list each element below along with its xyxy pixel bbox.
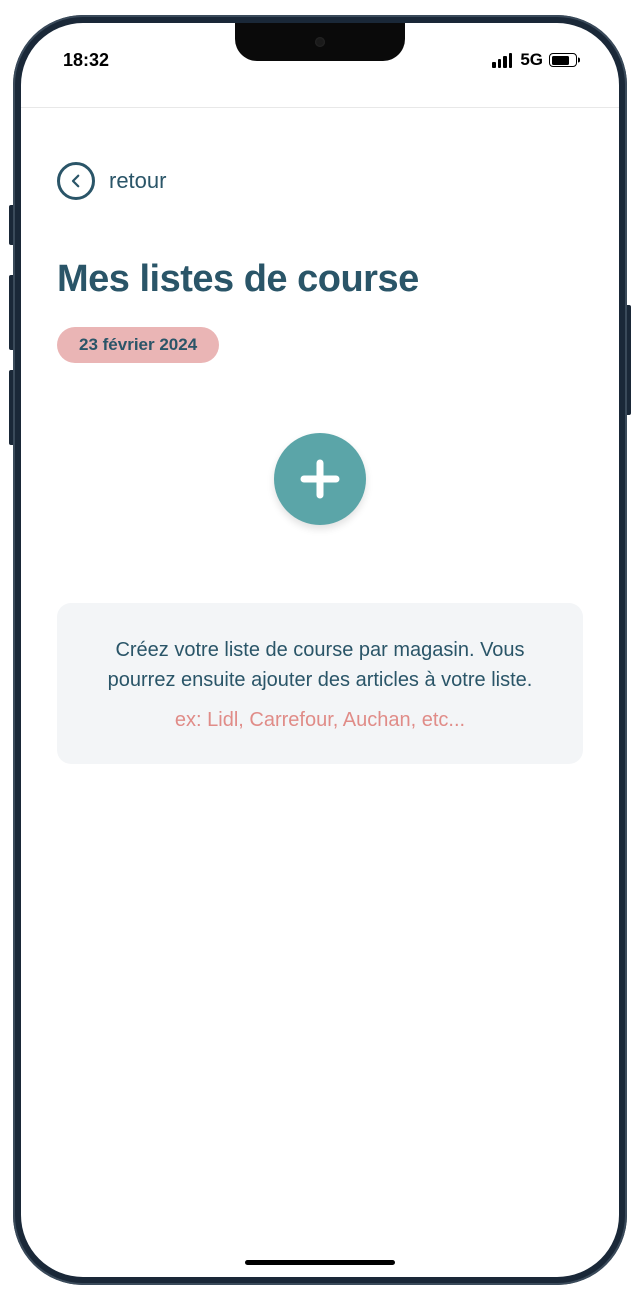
power-button [627, 305, 631, 415]
plus-icon [294, 453, 346, 505]
info-card: Créez votre liste de course par magasin.… [57, 603, 583, 764]
info-text: Créez votre liste de course par magasin.… [85, 635, 555, 695]
content-area: retour Mes listes de course 23 février 2… [21, 162, 619, 764]
page-title: Mes listes de course [57, 258, 583, 301]
battery-icon [549, 53, 577, 67]
battery-fill [552, 56, 570, 65]
signal-icon [492, 53, 512, 68]
back-arrow-icon [57, 162, 95, 200]
device-frame: 18:32 5G retour Mes [13, 15, 627, 1285]
home-indicator[interactable] [245, 1260, 395, 1265]
screen: 18:32 5G retour Mes [21, 23, 619, 1277]
back-label: retour [109, 168, 166, 194]
volume-up-button [9, 275, 13, 350]
date-badge: 23 février 2024 [57, 327, 219, 363]
info-example: ex: Lidl, Carrefour, Auchan, etc... [85, 709, 555, 732]
status-indicators: 5G [492, 50, 577, 70]
header-divider [21, 107, 619, 108]
volume-switch [9, 205, 13, 245]
status-time: 18:32 [63, 50, 109, 71]
device-notch [235, 23, 405, 61]
back-button[interactable]: retour [57, 162, 166, 200]
add-list-button[interactable] [274, 433, 366, 525]
network-label: 5G [520, 50, 543, 70]
volume-down-button [9, 370, 13, 445]
